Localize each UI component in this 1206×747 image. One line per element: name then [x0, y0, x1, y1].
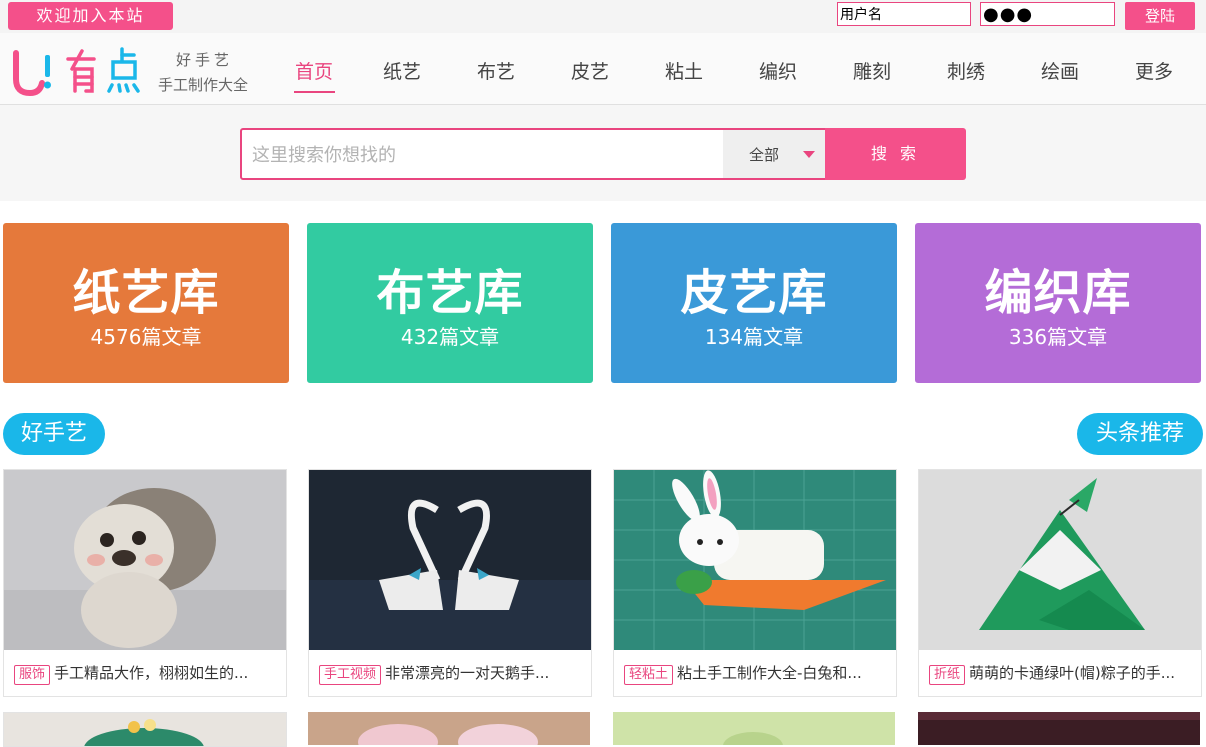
card-title[interactable]: 非常漂亮的一对天鹅手... [385, 664, 549, 682]
library-count: 336篇文章 [1008, 325, 1108, 349]
search-box: 全部 搜 索 [240, 128, 966, 180]
library-title: 皮艺库 [680, 265, 828, 321]
library-count: 432篇文章 [400, 325, 500, 349]
card-caption: 手工视频 非常漂亮的一对天鹅手... [319, 662, 584, 685]
search-scope-label: 全部 [749, 146, 780, 164]
library-tile-paper[interactable]: 纸艺库 4576篇文章 [3, 223, 289, 383]
library-title: 编织库 [984, 265, 1132, 321]
card-caption: 折纸 萌萌的卡通绿叶(帽)粽子的手... [929, 662, 1194, 685]
logo-tagline: 好手艺 [176, 51, 234, 69]
logo-subtitle: 手工制作大全 [158, 76, 249, 94]
origami-swans-photo [309, 470, 591, 650]
article-card[interactable]: 轻粘土 粘土手工制作大全-白兔和... [613, 469, 897, 697]
section-label-crafts: 好手艺 [3, 413, 105, 455]
clay-rabbit-photo [614, 470, 896, 650]
library-count: 4576篇文章 [90, 325, 202, 349]
card-title[interactable]: 粘土手工制作大全-白兔和... [677, 664, 862, 682]
article-card-peek[interactable] [308, 712, 590, 745]
nav-item-embroidery[interactable]: 刺绣 [947, 57, 985, 84]
card-caption: 轻粘土 粘土手工制作大全-白兔和... [624, 662, 889, 685]
article-card[interactable]: 服饰 手工精品大作，栩栩如生的... [3, 469, 287, 697]
library-title: 布艺库 [376, 265, 524, 321]
nav-item-carving[interactable]: 雕刻 [853, 57, 891, 84]
nav-item-clay[interactable]: 粘土 [665, 57, 703, 84]
library-tile-weaving[interactable]: 编织库 336篇文章 [915, 223, 1201, 383]
search-input[interactable] [242, 130, 734, 180]
card-tag[interactable]: 手工视频 [319, 665, 382, 685]
hedgehog-photo [4, 470, 286, 650]
nav-item-home[interactable]: 首页 [295, 57, 333, 84]
nav-item-leather[interactable]: 皮艺 [571, 57, 609, 84]
article-card-peek[interactable] [3, 712, 287, 747]
card-image-peek [723, 732, 783, 745]
nav-item-fabric[interactable]: 布艺 [477, 57, 515, 84]
caret-down-icon [803, 151, 815, 158]
article-card-peek[interactable] [613, 712, 895, 745]
card-caption: 服饰 手工精品大作，栩栩如生的... [14, 662, 279, 685]
password-field[interactable] [980, 2, 1115, 26]
section-label-headlines[interactable]: 头条推荐 [1077, 413, 1203, 455]
card-image-peek [84, 719, 204, 746]
site-header: 好手艺 手工制作大全 首页 纸艺 布艺 皮艺 粘土 编织 雕刻 刺绣 绘画 更多 [0, 33, 1206, 105]
library-tile-fabric[interactable]: 布艺库 432篇文章 [307, 223, 593, 383]
article-card[interactable]: 折纸 萌萌的卡通绿叶(帽)粽子的手... [918, 469, 1202, 697]
card-tag[interactable]: 折纸 [929, 665, 966, 685]
search-area: 全部 搜 索 [0, 105, 1206, 201]
nav-item-weaving[interactable]: 编织 [759, 57, 797, 84]
card-tag[interactable]: 服饰 [14, 665, 51, 685]
nav-item-painting[interactable]: 绘画 [1041, 57, 1079, 84]
card-image-peek [358, 724, 538, 745]
site-logo[interactable] [10, 45, 145, 97]
search-button[interactable]: 搜 索 [825, 128, 966, 180]
nav-item-more[interactable]: 更多 [1135, 57, 1173, 84]
card-title[interactable]: 萌萌的卡通绿叶(帽)粽子的手... [969, 664, 1175, 682]
login-button[interactable]: 登陆 [1125, 2, 1195, 30]
top-bar: 欢迎加入本站 登陆 [0, 0, 1206, 33]
library-count: 134篇文章 [704, 325, 804, 349]
search-scope-dropdown[interactable]: 全部 [723, 130, 825, 178]
article-card[interactable]: 手工视频 非常漂亮的一对天鹅手... [308, 469, 592, 697]
origami-zongzi-photo [919, 470, 1201, 650]
card-image-peek [918, 712, 1200, 720]
welcome-banner: 欢迎加入本站 [8, 2, 173, 30]
library-tile-leather[interactable]: 皮艺库 134篇文章 [611, 223, 897, 383]
nav-item-paper[interactable]: 纸艺 [383, 57, 421, 84]
library-title: 纸艺库 [72, 265, 220, 321]
article-card-peek[interactable] [918, 712, 1200, 745]
username-field[interactable] [837, 2, 971, 26]
active-nav-indicator [294, 91, 335, 93]
card-title[interactable]: 手工精品大作，栩栩如生的... [54, 664, 248, 682]
card-tag[interactable]: 轻粘土 [624, 665, 674, 685]
